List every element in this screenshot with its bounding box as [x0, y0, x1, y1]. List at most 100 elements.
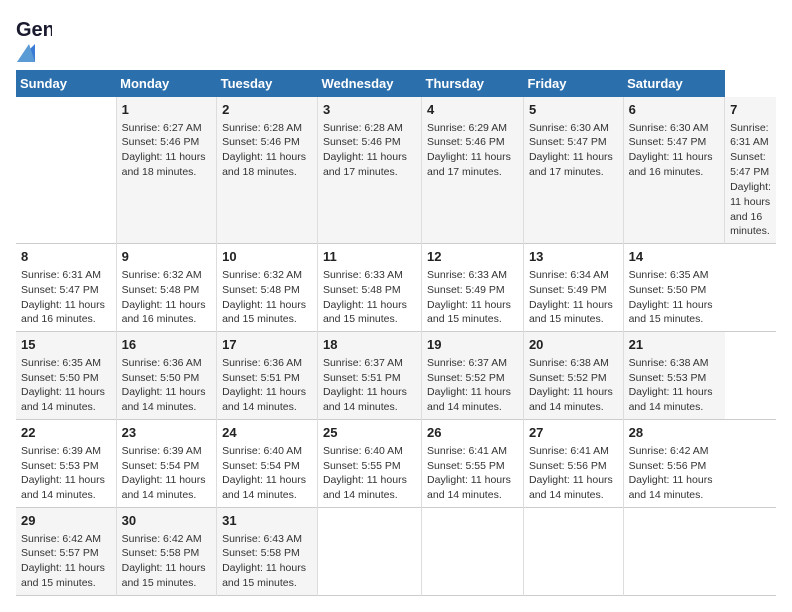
col-header-monday: Monday: [116, 70, 216, 97]
empty-cell: [623, 508, 724, 596]
empty-cell: [422, 508, 524, 596]
day-number: 15: [21, 336, 111, 354]
day-detail: Sunrise: 6:35 AMSunset: 5:50 PMDaylight:…: [21, 357, 105, 414]
day-cell-10: 10 Sunrise: 6:32 AMSunset: 5:48 PMDaylig…: [217, 244, 318, 332]
day-cell-24: 24 Sunrise: 6:40 AMSunset: 5:54 PMDaylig…: [217, 420, 318, 508]
week-row-3: 15 Sunrise: 6:35 AMSunset: 5:50 PMDaylig…: [16, 332, 776, 420]
col-header-wednesday: Wednesday: [317, 70, 421, 97]
logo-wing-icon: [17, 44, 35, 62]
day-cell-13: 13 Sunrise: 6:34 AMSunset: 5:49 PMDaylig…: [523, 244, 623, 332]
day-detail: Sunrise: 6:42 AMSunset: 5:56 PMDaylight:…: [629, 445, 713, 502]
day-cell-31: 31 Sunrise: 6:43 AMSunset: 5:58 PMDaylig…: [217, 508, 318, 596]
svg-text:General: General: [16, 19, 52, 41]
day-number: 13: [529, 248, 618, 266]
day-number: 6: [629, 101, 719, 119]
day-number: 1: [122, 101, 211, 119]
empty-cell: [317, 508, 421, 596]
day-cell-17: 17 Sunrise: 6:36 AMSunset: 5:51 PMDaylig…: [217, 332, 318, 420]
day-cell-5: 5 Sunrise: 6:30 AMSunset: 5:47 PMDayligh…: [523, 97, 623, 244]
day-number: 5: [529, 101, 618, 119]
day-detail: Sunrise: 6:37 AMSunset: 5:52 PMDaylight:…: [427, 357, 511, 414]
day-cell-6: 6 Sunrise: 6:30 AMSunset: 5:47 PMDayligh…: [623, 97, 724, 244]
day-number: 12: [427, 248, 518, 266]
calendar-table: SundayMondayTuesdayWednesdayThursdayFrid…: [16, 70, 776, 596]
day-detail: Sunrise: 6:28 AMSunset: 5:46 PMDaylight:…: [222, 122, 306, 179]
day-cell-3: 3 Sunrise: 6:28 AMSunset: 5:46 PMDayligh…: [317, 97, 421, 244]
day-detail: Sunrise: 6:31 AMSunset: 5:47 PMDaylight:…: [730, 122, 771, 238]
day-number: 16: [122, 336, 211, 354]
day-number: 21: [629, 336, 720, 354]
day-cell-8: 8 Sunrise: 6:31 AMSunset: 5:47 PMDayligh…: [16, 244, 116, 332]
day-cell-25: 25 Sunrise: 6:40 AMSunset: 5:55 PMDaylig…: [317, 420, 421, 508]
week-row-4: 22 Sunrise: 6:39 AMSunset: 5:53 PMDaylig…: [16, 420, 776, 508]
calendar-header-row: SundayMondayTuesdayWednesdayThursdayFrid…: [16, 70, 776, 97]
day-cell-29: 29 Sunrise: 6:42 AMSunset: 5:57 PMDaylig…: [16, 508, 116, 596]
day-detail: Sunrise: 6:41 AMSunset: 5:55 PMDaylight:…: [427, 445, 511, 502]
day-detail: Sunrise: 6:31 AMSunset: 5:47 PMDaylight:…: [21, 269, 105, 326]
day-detail: Sunrise: 6:35 AMSunset: 5:50 PMDaylight:…: [629, 269, 713, 326]
col-header-friday: Friday: [523, 70, 623, 97]
day-number: 7: [730, 101, 771, 119]
empty-cell: [16, 97, 116, 244]
day-cell-9: 9 Sunrise: 6:32 AMSunset: 5:48 PMDayligh…: [116, 244, 216, 332]
col-header-saturday: Saturday: [623, 70, 724, 97]
day-detail: Sunrise: 6:30 AMSunset: 5:47 PMDaylight:…: [629, 122, 713, 179]
day-detail: Sunrise: 6:32 AMSunset: 5:48 PMDaylight:…: [122, 269, 206, 326]
day-number: 22: [21, 424, 111, 442]
day-detail: Sunrise: 6:36 AMSunset: 5:51 PMDaylight:…: [222, 357, 306, 414]
day-cell-2: 2 Sunrise: 6:28 AMSunset: 5:46 PMDayligh…: [217, 97, 318, 244]
day-cell-11: 11 Sunrise: 6:33 AMSunset: 5:48 PMDaylig…: [317, 244, 421, 332]
day-detail: Sunrise: 6:39 AMSunset: 5:54 PMDaylight:…: [122, 445, 206, 502]
day-number: 8: [21, 248, 111, 266]
day-cell-16: 16 Sunrise: 6:36 AMSunset: 5:50 PMDaylig…: [116, 332, 216, 420]
day-number: 20: [529, 336, 618, 354]
empty-cell: [523, 508, 623, 596]
day-number: 2: [222, 101, 312, 119]
day-cell-14: 14 Sunrise: 6:35 AMSunset: 5:50 PMDaylig…: [623, 244, 724, 332]
day-detail: Sunrise: 6:28 AMSunset: 5:46 PMDaylight:…: [323, 122, 407, 179]
day-detail: Sunrise: 6:40 AMSunset: 5:54 PMDaylight:…: [222, 445, 306, 502]
day-number: 30: [122, 512, 211, 530]
col-header-sunday: Sunday: [16, 70, 116, 97]
day-number: 28: [629, 424, 720, 442]
week-row-1: 1 Sunrise: 6:27 AMSunset: 5:46 PMDayligh…: [16, 97, 776, 244]
day-detail: Sunrise: 6:42 AMSunset: 5:57 PMDaylight:…: [21, 533, 105, 590]
day-number: 17: [222, 336, 312, 354]
day-number: 19: [427, 336, 518, 354]
day-number: 10: [222, 248, 312, 266]
logo: General: [16, 16, 52, 62]
day-cell-30: 30 Sunrise: 6:42 AMSunset: 5:58 PMDaylig…: [116, 508, 216, 596]
day-detail: Sunrise: 6:41 AMSunset: 5:56 PMDaylight:…: [529, 445, 613, 502]
day-cell-18: 18 Sunrise: 6:37 AMSunset: 5:51 PMDaylig…: [317, 332, 421, 420]
logo-icon: General: [16, 16, 52, 44]
day-number: 29: [21, 512, 111, 530]
day-number: 14: [629, 248, 720, 266]
day-detail: Sunrise: 6:38 AMSunset: 5:53 PMDaylight:…: [629, 357, 713, 414]
day-cell-4: 4 Sunrise: 6:29 AMSunset: 5:46 PMDayligh…: [422, 97, 524, 244]
day-number: 23: [122, 424, 211, 442]
day-detail: Sunrise: 6:43 AMSunset: 5:58 PMDaylight:…: [222, 533, 306, 590]
day-cell-7: 7 Sunrise: 6:31 AMSunset: 5:47 PMDayligh…: [725, 97, 776, 244]
day-cell-12: 12 Sunrise: 6:33 AMSunset: 5:49 PMDaylig…: [422, 244, 524, 332]
week-row-5: 29 Sunrise: 6:42 AMSunset: 5:57 PMDaylig…: [16, 508, 776, 596]
day-detail: Sunrise: 6:32 AMSunset: 5:48 PMDaylight:…: [222, 269, 306, 326]
day-number: 3: [323, 101, 416, 119]
day-detail: Sunrise: 6:29 AMSunset: 5:46 PMDaylight:…: [427, 122, 511, 179]
day-detail: Sunrise: 6:36 AMSunset: 5:50 PMDaylight:…: [122, 357, 206, 414]
day-number: 18: [323, 336, 416, 354]
day-number: 25: [323, 424, 416, 442]
day-detail: Sunrise: 6:42 AMSunset: 5:58 PMDaylight:…: [122, 533, 206, 590]
col-header-tuesday: Tuesday: [217, 70, 318, 97]
day-cell-23: 23 Sunrise: 6:39 AMSunset: 5:54 PMDaylig…: [116, 420, 216, 508]
day-detail: Sunrise: 6:30 AMSunset: 5:47 PMDaylight:…: [529, 122, 613, 179]
day-detail: Sunrise: 6:39 AMSunset: 5:53 PMDaylight:…: [21, 445, 105, 502]
day-cell-28: 28 Sunrise: 6:42 AMSunset: 5:56 PMDaylig…: [623, 420, 724, 508]
day-detail: Sunrise: 6:40 AMSunset: 5:55 PMDaylight:…: [323, 445, 407, 502]
day-detail: Sunrise: 6:27 AMSunset: 5:46 PMDaylight:…: [122, 122, 206, 179]
day-number: 26: [427, 424, 518, 442]
col-header-thursday: Thursday: [422, 70, 524, 97]
day-cell-20: 20 Sunrise: 6:38 AMSunset: 5:52 PMDaylig…: [523, 332, 623, 420]
day-cell-1: 1 Sunrise: 6:27 AMSunset: 5:46 PMDayligh…: [116, 97, 216, 244]
day-detail: Sunrise: 6:37 AMSunset: 5:51 PMDaylight:…: [323, 357, 407, 414]
day-detail: Sunrise: 6:33 AMSunset: 5:48 PMDaylight:…: [323, 269, 407, 326]
